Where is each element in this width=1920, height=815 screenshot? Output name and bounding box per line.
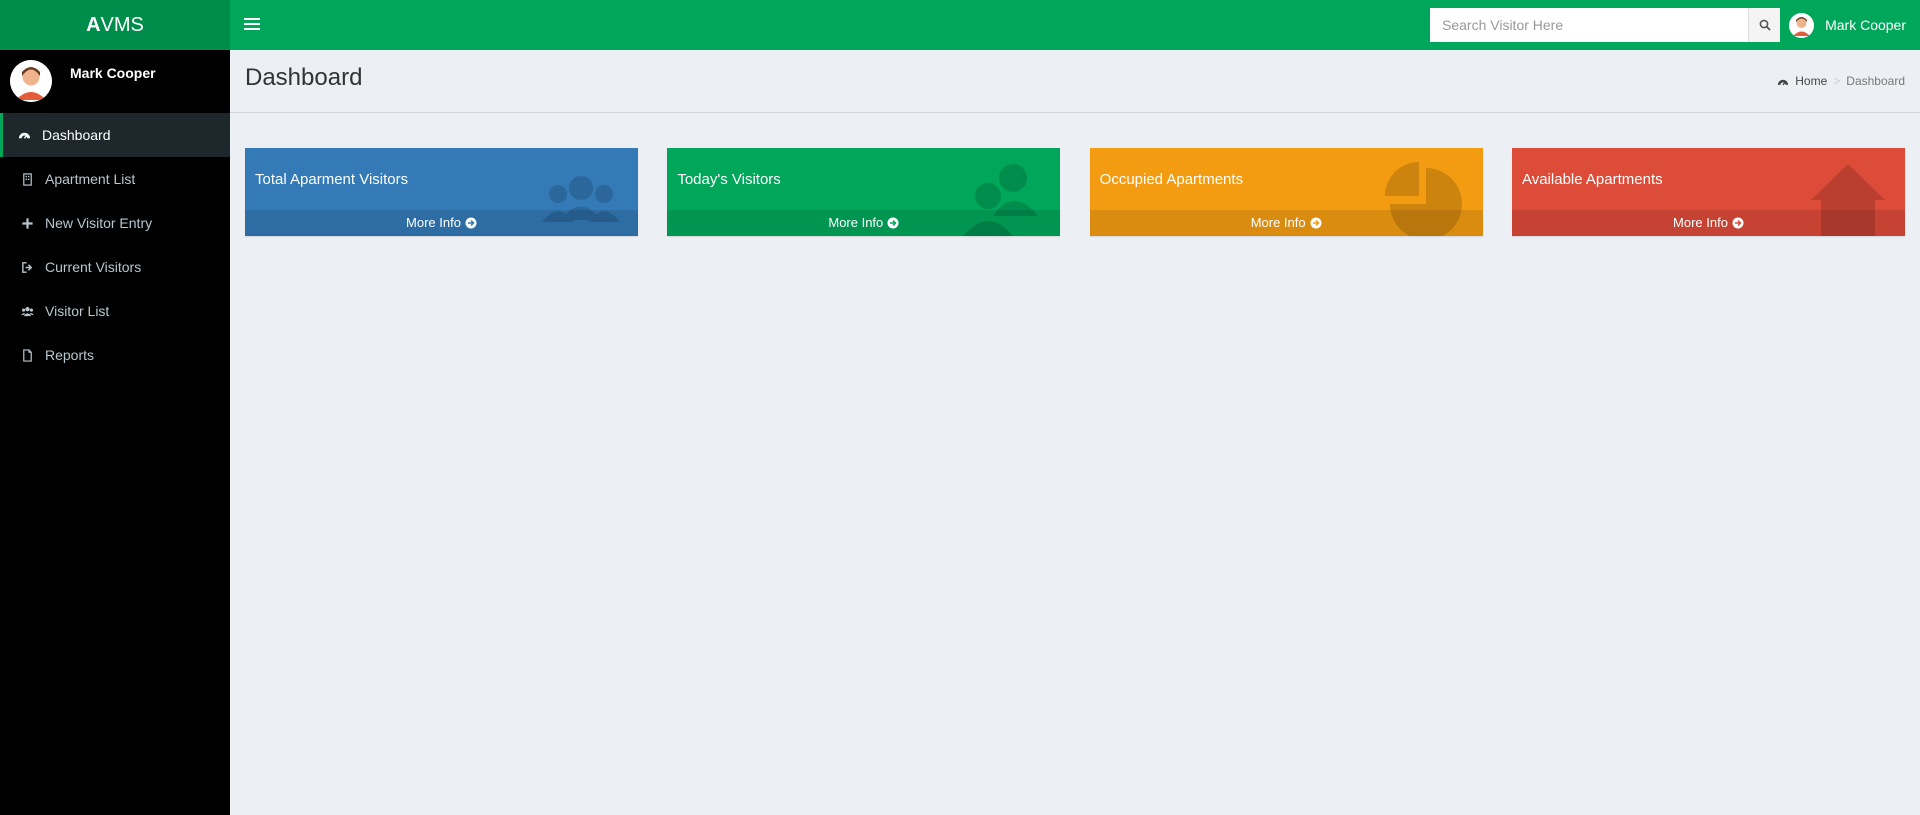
box-available-apartments: Available Apartments More Info — [1511, 148, 1905, 236]
plus-icon — [20, 216, 35, 230]
content-header: Dashboard Home > Dashboard — [245, 50, 1905, 112]
sidebar-item-dashboard[interactable]: Dashboard — [0, 113, 230, 157]
sidebar-item-label: Reports — [45, 347, 95, 363]
sign-out-icon — [20, 260, 35, 274]
box-title: Occupied Apartments — [1099, 171, 1244, 188]
avatar — [1789, 12, 1815, 38]
user-name: Mark Cooper — [1825, 17, 1906, 33]
sidebar-item-label: Current Visitors — [45, 259, 142, 275]
breadcrumb-current: Dashboard — [1846, 74, 1905, 88]
sidebar-item-new-visitor-entry[interactable]: New Visitor Entry — [0, 201, 230, 245]
box-title: Today's Visitors — [677, 171, 781, 188]
search-button[interactable] — [1748, 8, 1780, 42]
search-form — [1430, 8, 1780, 42]
sidebar-item-visitor-list[interactable]: Visitor List — [0, 289, 230, 333]
dashboard-icon — [1778, 79, 1789, 85]
sidebar: Mark Cooper Dashboard Apartment List New… — [0, 50, 230, 815]
user-panel: Mark Cooper — [0, 50, 230, 113]
breadcrumb: Home > Dashboard — [1777, 74, 1905, 88]
more-info-link[interactable]: More Info — [1089, 210, 1483, 236]
header-divider — [230, 112, 1920, 113]
info-boxes: Total Aparment Visitors More Info Today'… — [245, 148, 1905, 236]
sidebar-item-current-visitors[interactable]: Current Visitors — [0, 245, 230, 289]
avatar — [10, 60, 52, 102]
more-info-link[interactable]: More Info — [1511, 210, 1905, 236]
dashboard-icon — [17, 128, 32, 142]
search-icon — [1759, 19, 1771, 31]
box-title: Total Aparment Visitors — [255, 171, 409, 188]
sidebar-item-label: Dashboard — [42, 127, 111, 143]
app-logo[interactable]: AVMS — [0, 0, 230, 50]
more-info-link[interactable]: More Info — [245, 210, 638, 236]
breadcrumb-separator: > — [1833, 74, 1841, 88]
box-total-apartment-visitors: Total Aparment Visitors More Info — [245, 148, 638, 236]
sidebar-item-label: Apartment List — [45, 171, 136, 187]
arrow-circle-right-icon — [1310, 217, 1322, 229]
sidebar-item-reports[interactable]: Reports — [0, 333, 230, 377]
sidebar-toggle-icon[interactable] — [244, 15, 260, 35]
breadcrumb-home[interactable]: Home — [1777, 74, 1827, 88]
arrow-circle-right-icon — [1732, 217, 1744, 229]
users-icon — [20, 304, 35, 318]
more-info-link[interactable]: More Info — [667, 210, 1061, 236]
box-title: Available Apartments — [1521, 171, 1663, 188]
sidebar-item-label: Visitor List — [45, 303, 110, 319]
sidebar-item-apartment-list[interactable]: Apartment List — [0, 157, 230, 201]
arrow-circle-right-icon — [887, 217, 899, 229]
box-todays-visitors: Today's Visitors More Info — [667, 148, 1061, 236]
sidebar-menu: Dashboard Apartment List New Visitor Ent… — [0, 113, 230, 377]
page-title: Dashboard — [245, 64, 363, 91]
search-input[interactable] — [1430, 8, 1748, 42]
sidebar-user-name: Mark Cooper — [70, 65, 156, 81]
top-navbar: Mark Cooper — [230, 0, 1920, 50]
user-menu[interactable]: Mark Cooper — [1789, 0, 1906, 50]
arrow-circle-right-icon — [465, 217, 477, 229]
sidebar-item-label: New Visitor Entry — [45, 215, 153, 231]
file-icon — [20, 348, 35, 362]
building-icon — [20, 172, 35, 186]
box-occupied-apartments: Occupied Apartments More Info — [1089, 148, 1483, 236]
